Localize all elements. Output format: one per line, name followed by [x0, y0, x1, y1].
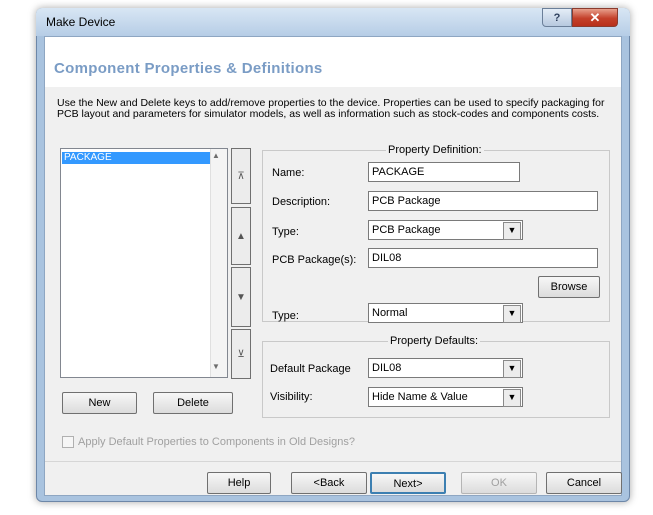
apply-defaults-checkbox[interactable]	[62, 436, 74, 448]
chevron-down-icon[interactable]: ▼	[503, 305, 521, 323]
pcb-package-field[interactable]: DIL08	[368, 248, 598, 268]
footer-divider	[45, 461, 621, 462]
apply-defaults-label: Apply Default Properties to Components i…	[78, 436, 355, 448]
back-button[interactable]: <Back	[291, 472, 367, 494]
move-bottom-button[interactable]: ⊻	[231, 329, 251, 379]
visibility-label: Visibility:	[270, 391, 313, 403]
name-label: Name:	[272, 167, 305, 179]
scroll-down-icon[interactable]: ▼	[212, 362, 220, 371]
chevron-down-icon[interactable]: ▼	[503, 360, 521, 378]
chevron-down-icon[interactable]: ▼	[503, 389, 521, 407]
visibility-value: Hide Name & Value	[372, 391, 468, 403]
description-field[interactable]: PCB Package	[368, 191, 598, 211]
move-down-button[interactable]: ▼	[231, 267, 251, 327]
type2-value: Normal	[372, 307, 408, 319]
cancel-button[interactable]: Cancel	[546, 472, 622, 494]
chevron-down-icon[interactable]: ▼	[503, 222, 521, 240]
close-button[interactable]: ✕	[572, 8, 618, 27]
title-bar[interactable]	[36, 8, 630, 36]
list-scrollbar[interactable]	[210, 149, 227, 377]
browse-button[interactable]: Browse	[538, 276, 600, 298]
window-title: Make Device	[46, 15, 116, 29]
type-value: PCB Package	[372, 224, 441, 236]
type-select[interactable]: PCB Package ▼	[368, 220, 523, 240]
description-label: Description:	[272, 196, 331, 208]
type-label: Type:	[272, 226, 299, 238]
default-package-label: Default Package	[270, 363, 351, 375]
new-button[interactable]: New	[62, 392, 137, 414]
intro-text: Use the New and Delete keys to add/remov…	[57, 97, 605, 120]
type2-select[interactable]: Normal ▼	[368, 303, 523, 323]
delete-button[interactable]: Delete	[153, 392, 233, 414]
page-title: Component Properties & Definitions	[54, 60, 323, 77]
property-defaults-legend: Property Defaults:	[388, 335, 481, 347]
ok-button[interactable]: OK	[461, 472, 537, 494]
move-top-button[interactable]: ⊼	[231, 148, 251, 204]
type2-label: Type:	[272, 310, 299, 322]
pcb-package-label: PCB Package(s):	[272, 254, 357, 266]
property-definition-legend: Property Definition:	[386, 144, 484, 156]
title-help-button[interactable]: ?	[542, 8, 572, 27]
visibility-select[interactable]: Hide Name & Value ▼	[368, 387, 523, 407]
default-package-value: DIL08	[372, 362, 402, 374]
scroll-up-icon[interactable]: ▲	[212, 151, 220, 160]
move-up-button[interactable]: ▲	[231, 207, 251, 265]
list-item[interactable]: PACKAGE	[62, 152, 210, 164]
help-button[interactable]: Help	[207, 472, 271, 494]
default-package-select[interactable]: DIL08 ▼	[368, 358, 523, 378]
name-field[interactable]: PACKAGE	[368, 162, 520, 182]
next-button[interactable]: Next>	[370, 472, 446, 494]
property-list[interactable]	[60, 148, 228, 378]
